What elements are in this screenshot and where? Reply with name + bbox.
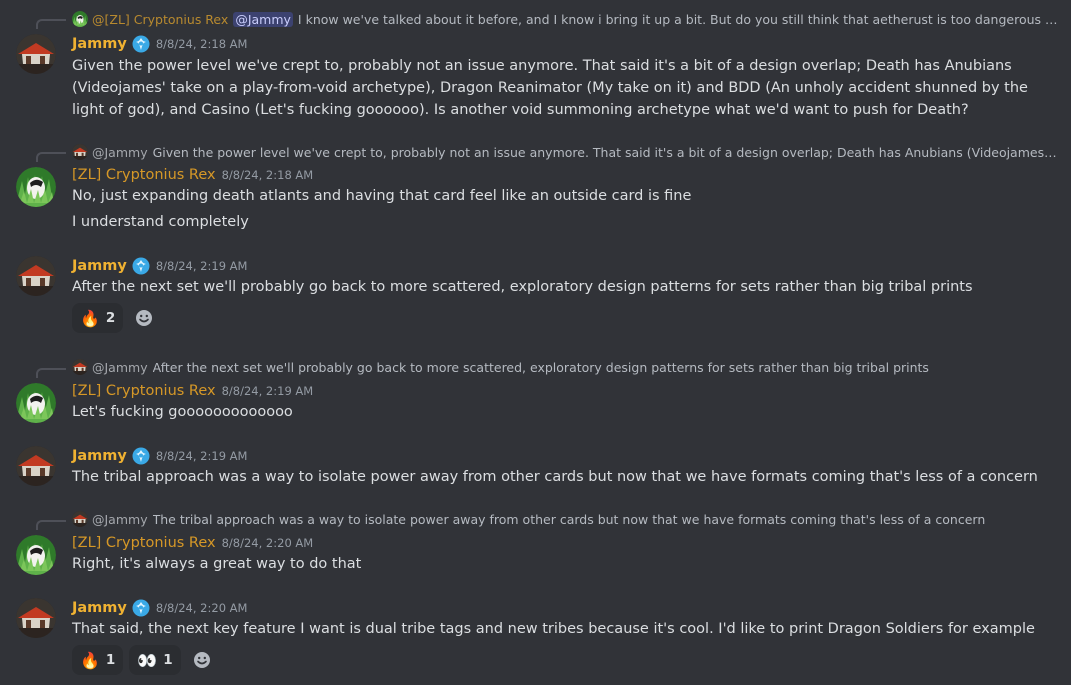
cryptonius-avatar-icon[interactable] [16,535,56,575]
cryptonius-avatar-icon [72,11,88,27]
jammy-avatar-icon[interactable] [16,256,56,296]
reaction-count: 1 [105,652,116,668]
message-text: Right, it's always a great way to do tha… [72,556,362,572]
reply-text[interactable]: The tribal approach was a way to isolate… [153,512,986,527]
reply-text[interactable]: After the next set we'll probably go bac… [153,360,929,375]
jammy-avatar-icon[interactable] [16,598,56,638]
jammy-avatar-icon [72,144,88,160]
author-name[interactable]: Jammy [72,36,127,52]
timestamp[interactable]: 8/8/24, 2:19 AM [222,384,314,398]
reply-spine [36,152,66,162]
cryptonius-avatar-icon[interactable] [16,167,56,207]
author-name[interactable]: [ZL] Cryptonius Rex [72,167,216,183]
reply-spine [36,19,66,29]
author-name[interactable]: Jammy [72,448,127,464]
blue-flower-badge-icon[interactable] [132,257,150,275]
reaction-eyes[interactable]: 👀 1 [129,645,181,675]
blue-flower-badge-icon[interactable] [132,447,150,465]
message-text: That said, the next key feature I want i… [72,621,1035,637]
reactions: 🔥 1 👀 1 [72,645,217,675]
reply-text[interactable]: I know we've talked about it before, and… [298,12,1059,27]
blue-flower-badge-icon[interactable] [132,35,150,53]
reply-author[interactable]: @Jammy [92,512,148,527]
reaction-fire[interactable]: 🔥 2 [72,303,124,333]
reply-preview[interactable]: @Jammy After the next set we'll probably… [72,358,1059,376]
reply-author[interactable]: @Jammy [92,145,148,160]
author-name[interactable]: Jammy [72,258,127,274]
reply-preview[interactable]: @Jammy Given the power level we've crept… [72,143,1059,161]
reply-preview[interactable]: @Jammy The tribal approach was a way to … [72,510,1059,528]
add-reaction-button[interactable] [129,303,159,333]
timestamp[interactable]: 8/8/24, 2:20 AM [222,536,314,550]
timestamp[interactable]: 8/8/24, 2:19 AM [156,259,248,273]
reply-spine [36,520,66,530]
reaction-count: 2 [105,310,116,326]
author-name[interactable]: [ZL] Cryptonius Rex [72,383,216,399]
fire-icon: 🔥 [80,308,100,328]
timestamp[interactable]: 8/8/24, 2:19 AM [156,449,248,463]
blue-flower-badge-icon[interactable] [132,599,150,617]
jammy-avatar-icon[interactable] [16,446,56,486]
timestamp[interactable]: 8/8/24, 2:18 AM [156,37,248,51]
message-text: Given the power level we've crept to, pr… [72,58,1028,118]
reply-author[interactable]: @Jammy [92,360,148,375]
reaction-count: 1 [163,652,173,668]
cryptonius-avatar-icon[interactable] [16,383,56,423]
author-name[interactable]: [ZL] Cryptonius Rex [72,535,216,551]
fire-icon: 🔥 [80,650,100,670]
reply-text[interactable]: Given the power level we've crept to, pr… [153,145,1059,160]
jammy-avatar-icon [72,359,88,375]
add-reaction-button[interactable] [187,645,217,675]
author-name[interactable]: Jammy [72,600,127,616]
mention[interactable]: @Jammy [233,11,293,27]
reaction-fire[interactable]: 🔥 1 [72,645,124,675]
timestamp[interactable]: 8/8/24, 2:20 AM [156,601,248,615]
message-text: No, just expanding death atlants and hav… [72,188,692,204]
smiley-add-reaction-icon [192,650,212,670]
message-text: After the next set we'll probably go bac… [72,279,973,295]
smiley-add-reaction-icon [134,308,154,328]
eyes-icon: 👀 [137,650,158,670]
reactions: 🔥 2 [72,303,159,333]
message-text: Let's fucking gooooooooooooo [72,404,293,420]
timestamp[interactable]: 8/8/24, 2:18 AM [222,168,314,182]
message-text: The tribal approach was a way to isolate… [72,469,1038,485]
jammy-avatar-icon [72,511,88,527]
message-text: I understand completely [72,214,249,230]
reply-spine [36,368,66,378]
jammy-avatar-icon[interactable] [16,34,56,74]
reply-author[interactable]: @[ZL] Cryptonius Rex [92,12,228,27]
reply-preview[interactable]: @[ZL] Cryptonius Rex @Jammy I know we've… [72,10,1059,28]
